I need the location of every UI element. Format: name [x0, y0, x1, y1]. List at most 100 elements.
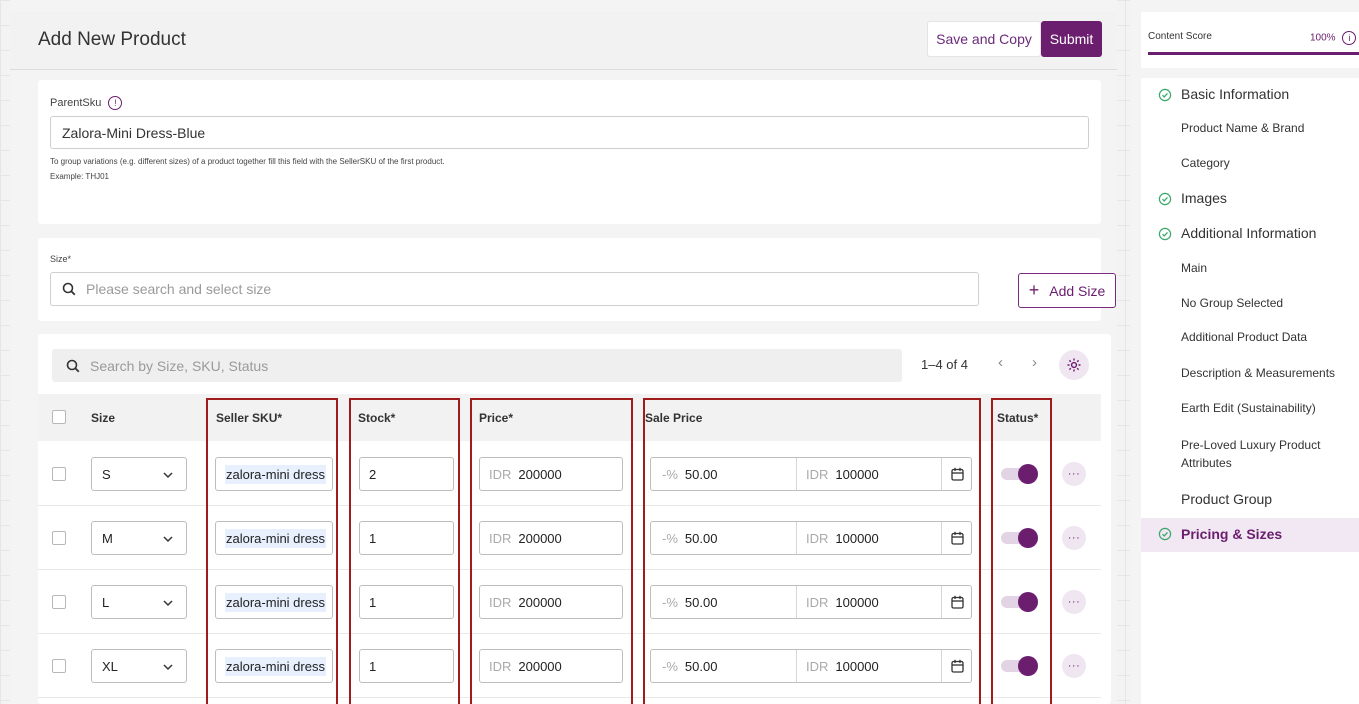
price-input[interactable]: IDR 200000: [479, 649, 623, 683]
content-score-value: 100% i: [1310, 31, 1357, 45]
size-select[interactable]: S: [91, 457, 187, 491]
nav-product-group[interactable]: Product Group: [1141, 491, 1359, 511]
more-icon[interactable]: ···: [1062, 462, 1086, 486]
parent-sku-input[interactable]: Zalora-Mini Dress-Blue: [50, 116, 1089, 149]
discount-input[interactable]: -% 50.00: [662, 522, 792, 554]
nav-basic-information[interactable]: Basic Information: [1141, 86, 1359, 106]
check-circle-icon: [1158, 527, 1172, 541]
status-toggle[interactable]: [999, 464, 1039, 484]
currency-prefix: IDR: [489, 530, 512, 546]
save-and-copy-button[interactable]: Save and Copy: [927, 21, 1041, 57]
more-icon[interactable]: ···: [1062, 590, 1086, 614]
header-seller-sku: Seller SKU*: [216, 411, 283, 425]
select-all-checkbox[interactable]: [52, 410, 66, 424]
parent-sku-card: ParentSku ! Zalora-Mini Dress-Blue To gr…: [38, 80, 1101, 224]
table-row: M zalora-mini dress 1 IDR 200000 -% 50.00 …: [38, 506, 1101, 570]
page-header: Add New Product Save and Copy Submit: [10, 12, 1117, 70]
seller-sku-input[interactable]: zalora-mini dress: [215, 649, 333, 683]
calendar-icon[interactable]: [951, 586, 964, 618]
size-value: S: [102, 466, 111, 482]
sale-price-input[interactable]: IDR 100000: [806, 650, 936, 682]
seller-sku-input[interactable]: zalora-mini dress: [215, 457, 333, 491]
size-select[interactable]: M: [91, 521, 187, 555]
table-row: XL zalora-mini dress 1 IDR 200000 -% 50.00…: [38, 634, 1101, 698]
nav-label: Additional Information: [1181, 225, 1317, 241]
nav-pricing-sizes[interactable]: Pricing & Sizes: [1141, 518, 1359, 552]
stock-input[interactable]: 1: [359, 585, 454, 619]
nav-label: Product Group: [1181, 491, 1273, 507]
sale-price-value: 100000: [835, 594, 879, 610]
divider: [941, 650, 942, 682]
divider: [796, 586, 797, 618]
nav-additional-information[interactable]: Additional Information: [1141, 225, 1359, 245]
seller-sku-input[interactable]: zalora-mini dress: [215, 521, 333, 555]
search-icon: [66, 359, 80, 373]
price-input[interactable]: IDR 200000: [479, 457, 623, 491]
currency-prefix: IDR: [806, 530, 829, 546]
discount-input[interactable]: -% 50.00: [662, 650, 792, 682]
nav-main[interactable]: Main: [1141, 261, 1359, 279]
row-checkbox[interactable]: [52, 659, 66, 673]
discount-input[interactable]: -% 50.00: [662, 586, 792, 618]
header-stock: Stock*: [358, 411, 396, 425]
nav-category[interactable]: Category: [1141, 156, 1359, 174]
nav-label: Basic Information: [1181, 86, 1290, 102]
nav-label: Earth Edit (Sustainability): [1181, 401, 1316, 415]
sale-price-input[interactable]: IDR 100000: [806, 586, 936, 618]
row-checkbox[interactable]: [52, 531, 66, 545]
discount-value: 50.00: [684, 594, 718, 610]
percent-prefix: -%: [662, 530, 678, 546]
sku-value: zalora-mini dress: [225, 464, 326, 484]
status-toggle[interactable]: [999, 592, 1039, 612]
more-icon[interactable]: ···: [1062, 654, 1086, 678]
more-icon[interactable]: ···: [1062, 526, 1086, 550]
seller-sku-input[interactable]: zalora-mini dress: [215, 585, 333, 619]
info-icon[interactable]: i: [1342, 31, 1357, 45]
nav-label: Category: [1181, 156, 1230, 170]
sale-price-input[interactable]: IDR 100000: [806, 522, 936, 554]
sale-price-value: 100000: [835, 530, 879, 546]
nav-images[interactable]: Images: [1141, 190, 1359, 210]
percent-prefix: -%: [662, 594, 678, 610]
price-value: 200000: [518, 530, 562, 546]
nav-pre-loved-luxury[interactable]: Pre-Loved Luxury Product Attributes: [1141, 436, 1359, 472]
status-toggle[interactable]: [999, 528, 1039, 548]
nav-product-name-brand[interactable]: Product Name & Brand: [1141, 121, 1359, 139]
size-select[interactable]: XL: [91, 649, 187, 683]
stock-input[interactable]: 1: [359, 649, 454, 683]
gear-icon[interactable]: [1059, 350, 1089, 380]
info-icon[interactable]: !: [108, 96, 123, 110]
size-search-input[interactable]: Please search and select size: [50, 272, 979, 306]
calendar-icon[interactable]: [951, 522, 964, 554]
currency-prefix: IDR: [806, 658, 829, 674]
nav-additional-product-data[interactable]: Additional Product Data: [1141, 330, 1359, 348]
stock-input[interactable]: 2: [359, 457, 454, 491]
sale-price-input[interactable]: IDR 100000: [806, 458, 936, 490]
nav-earth-edit[interactable]: Earth Edit (Sustainability): [1141, 401, 1359, 419]
status-toggle[interactable]: [999, 656, 1039, 676]
submit-button[interactable]: Submit: [1041, 21, 1102, 57]
parent-sku-label: ParentSku: [50, 96, 102, 109]
check-circle-icon: [1158, 227, 1172, 241]
divider: [941, 522, 942, 554]
price-input[interactable]: IDR 200000: [479, 521, 623, 555]
calendar-icon[interactable]: [951, 458, 964, 490]
add-size-button[interactable]: + Add Size: [1018, 273, 1116, 308]
row-checkbox[interactable]: [52, 467, 66, 481]
size-select[interactable]: L: [91, 585, 187, 619]
pagination-text: 1–4 of 4: [921, 357, 968, 372]
discount-input[interactable]: -% 50.00: [662, 458, 792, 490]
table-search-input[interactable]: Search by Size, SKU, Status: [52, 349, 902, 382]
nav-no-group-selected[interactable]: No Group Selected: [1141, 296, 1359, 314]
row-checkbox[interactable]: [52, 595, 66, 609]
calendar-icon[interactable]: [951, 650, 964, 682]
price-input[interactable]: IDR 200000: [479, 585, 623, 619]
sku-value: zalora-mini dress: [225, 592, 326, 612]
nav-description-measurements[interactable]: Description & Measurements: [1141, 366, 1359, 384]
sale-price-group: -% 50.00 IDR 100000: [650, 585, 972, 619]
chevron-right-icon[interactable]: ›: [1032, 354, 1037, 371]
currency-prefix: IDR: [806, 594, 829, 610]
divider: [796, 650, 797, 682]
chevron-left-icon[interactable]: ‹: [998, 354, 1003, 371]
stock-input[interactable]: 1: [359, 521, 454, 555]
